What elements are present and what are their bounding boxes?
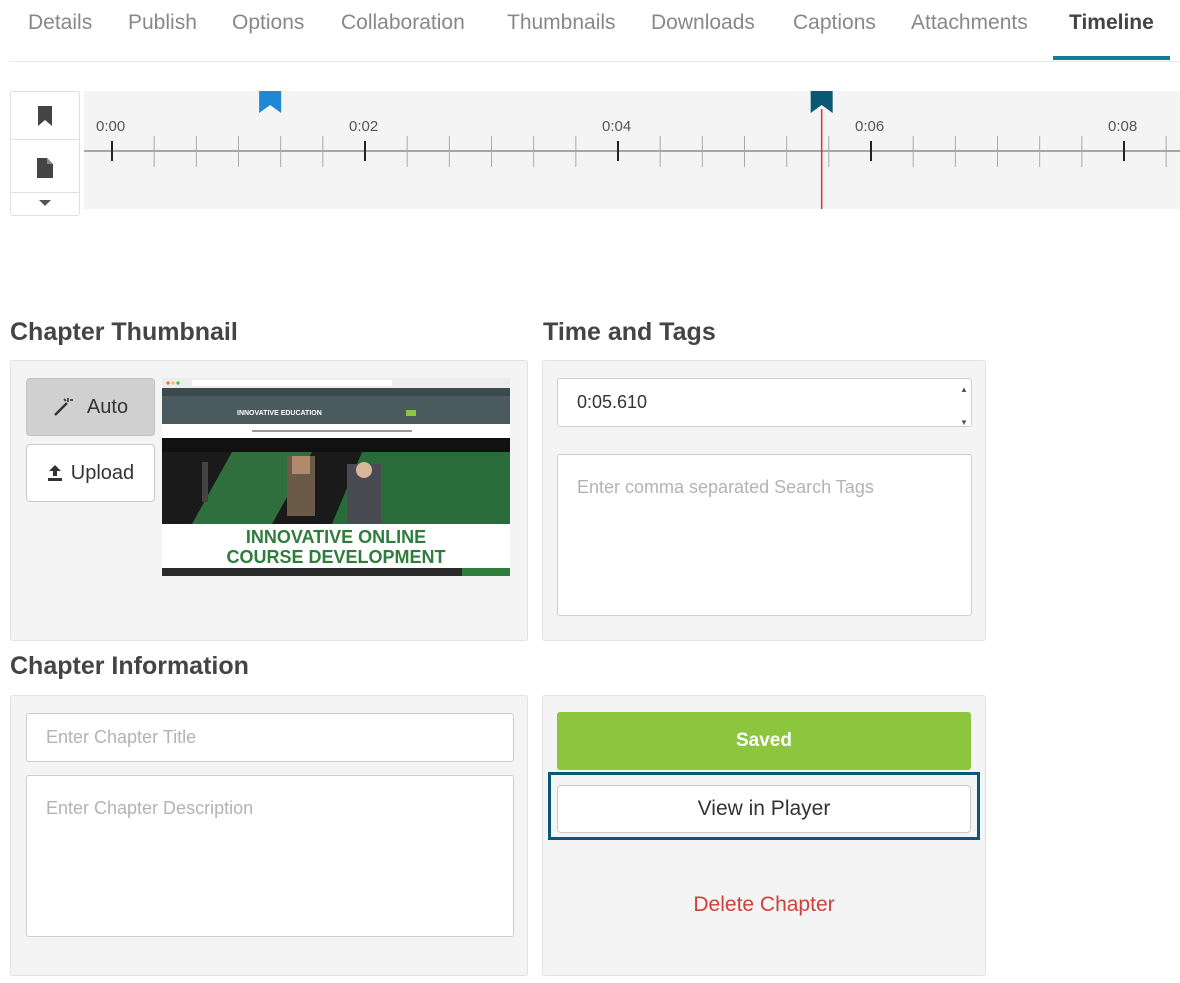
tab-options[interactable]: Options [232, 11, 304, 35]
chapter-title-input[interactable] [26, 713, 514, 762]
tab-attachments[interactable]: Attachments [911, 11, 1028, 35]
bookmark-icon [38, 106, 52, 126]
timeline-track[interactable]: 0:00 0:02 0:04 0:06 0:08 [84, 87, 1180, 209]
tab-thumbnails[interactable]: Thumbnails [507, 11, 616, 35]
chapter-time-input[interactable] [557, 378, 972, 427]
timeline-tick-label: 0:04 [602, 118, 631, 135]
auto-label: Auto [86, 395, 129, 418]
thumb-site-name: INNOVATIVE EDUCATION [237, 410, 322, 417]
time-and-tags-panel: ▲ ▼ [542, 360, 986, 641]
magic-wand-icon [54, 398, 73, 416]
chapter-information-heading: Chapter Information [10, 652, 249, 680]
tab-details[interactable]: Details [28, 11, 92, 35]
toolbar-divider [11, 139, 79, 140]
timeline-toolbar [10, 91, 80, 216]
tab-timeline[interactable]: Timeline [1069, 11, 1154, 35]
chapter-description-input[interactable] [26, 775, 514, 937]
save-button[interactable]: Saved [557, 712, 971, 770]
auto-thumbnail-button[interactable]: Auto [26, 378, 155, 436]
chapter-thumbnail-panel: Auto Upload INNOVATIVE EDUCATION INNOVAT… [10, 360, 528, 641]
chapter-marker-icon[interactable] [259, 87, 282, 113]
time-decrement-icon[interactable]: ▼ [960, 419, 981, 427]
timeline-tick-label: 0:02 [349, 118, 378, 135]
thumb-headline-2: COURSE DEVELOPMENT [226, 547, 445, 567]
chevron-down-icon [39, 200, 51, 206]
timeline-tick-label: 0:00 [96, 118, 125, 135]
timeline-tick-label: 0:08 [1108, 118, 1137, 135]
tab-publish[interactable]: Publish [128, 11, 197, 35]
tab-captions[interactable]: Captions [793, 11, 876, 35]
document-icon [37, 158, 53, 178]
upload-icon [47, 465, 62, 481]
upload-thumbnail-button[interactable]: Upload [26, 444, 155, 502]
timeline-ruler[interactable]: 0:00 0:02 0:04 0:06 0:08 [84, 87, 1180, 209]
chapter-thumbnail-preview: INNOVATIVE EDUCATION INNOVATIVE ONLINE C… [162, 378, 510, 576]
view-in-player-button[interactable]: View in Player [557, 785, 971, 833]
chapter-information-panel [10, 695, 528, 976]
timeline-tick-label: 0:06 [855, 118, 884, 135]
thumb-headline-1: INNOVATIVE ONLINE [246, 527, 426, 547]
time-and-tags-heading: Time and Tags [543, 318, 716, 346]
add-slide-button[interactable] [11, 144, 79, 192]
time-increment-icon[interactable]: ▲ [960, 386, 981, 394]
add-chapter-button[interactable] [11, 92, 79, 140]
tab-collaboration[interactable]: Collaboration [341, 11, 465, 35]
thumbnail-image: INNOVATIVE EDUCATION INNOVATIVE ONLINE C… [162, 378, 510, 576]
chapter-actions-panel: Saved View in Player Delete Chapter [542, 695, 986, 976]
chapter-thumbnail-heading: Chapter Thumbnail [10, 318, 238, 346]
delete-chapter-button[interactable]: Delete Chapter [557, 882, 971, 928]
search-tags-input[interactable] [557, 454, 972, 616]
active-tab-indicator [1053, 56, 1170, 60]
more-tools-button[interactable] [11, 192, 79, 214]
tab-bar: Details Publish Options Collaboration Th… [10, 0, 1180, 62]
upload-label: Upload [70, 461, 135, 484]
tab-downloads[interactable]: Downloads [651, 11, 755, 35]
